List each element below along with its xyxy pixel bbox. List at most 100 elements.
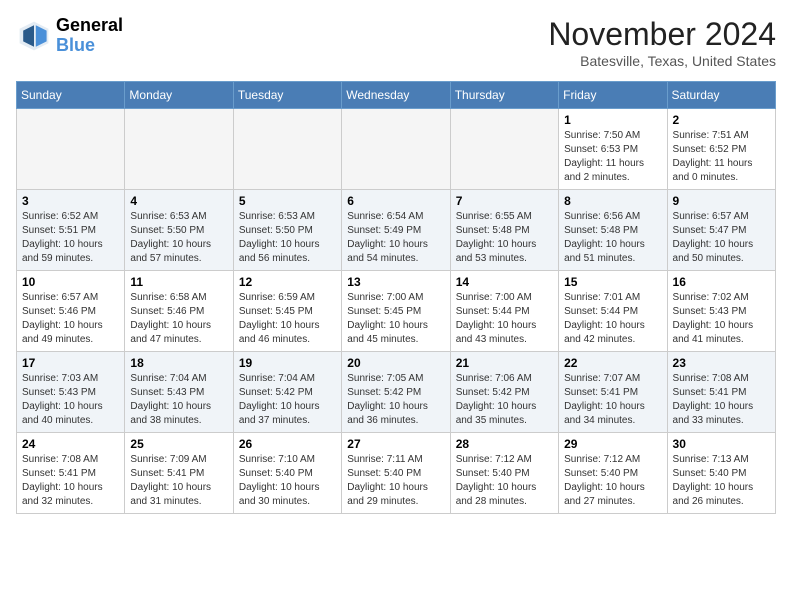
day-number: 17	[22, 356, 119, 370]
day-info: Sunrise: 7:08 AM Sunset: 5:41 PM Dayligh…	[22, 453, 119, 509]
calendar-cell: 4 Sunrise: 6:53 AM Sunset: 5:50 PM Daylig…	[125, 190, 233, 271]
day-info: Sunrise: 7:12 AM Sunset: 5:40 PM Dayligh…	[564, 453, 661, 509]
calendar-cell: 1 Sunrise: 7:50 AM Sunset: 6:53 PM Daylig…	[559, 109, 667, 190]
title-block: November 2024 Batesville, Texas, United …	[548, 16, 776, 69]
day-number: 15	[564, 275, 661, 289]
calendar-cell: 28 Sunrise: 7:12 AM Sunset: 5:40 PM Dayli…	[450, 433, 558, 514]
calendar-cell: 11 Sunrise: 6:58 AM Sunset: 5:46 PM Dayli…	[125, 271, 233, 352]
calendar-cell: 30Sunrise: 7:13 AM Sunset: 5:40 PM Dayli…	[667, 433, 775, 514]
day-number: 24	[22, 437, 119, 451]
calendar-cell	[450, 109, 558, 190]
day-info: Sunrise: 7:01 AM Sunset: 5:44 PM Dayligh…	[564, 291, 661, 347]
day-number: 11	[130, 275, 227, 289]
day-info: Sunrise: 7:07 AM Sunset: 5:41 PM Dayligh…	[564, 372, 661, 428]
calendar-cell: 25 Sunrise: 7:09 AM Sunset: 5:41 PM Dayli…	[125, 433, 233, 514]
calendar-cell: 8Sunrise: 6:56 AM Sunset: 5:48 PM Daylig…	[559, 190, 667, 271]
day-number: 5	[239, 194, 336, 208]
day-number: 2	[673, 113, 770, 127]
weekday-header-sunday: Sunday	[17, 82, 125, 109]
day-number: 9	[673, 194, 770, 208]
weekday-header-friday: Friday	[559, 82, 667, 109]
day-info: Sunrise: 6:54 AM Sunset: 5:49 PM Dayligh…	[347, 210, 444, 266]
calendar-cell: 17 Sunrise: 7:03 AM Sunset: 5:43 PM Dayli…	[17, 352, 125, 433]
calendar-cell: 13 Sunrise: 7:00 AM Sunset: 5:45 PM Dayli…	[342, 271, 450, 352]
day-info: Sunrise: 7:09 AM Sunset: 5:41 PM Dayligh…	[130, 453, 227, 509]
calendar-cell: 22 Sunrise: 7:07 AM Sunset: 5:41 PM Dayli…	[559, 352, 667, 433]
calendar-cell	[17, 109, 125, 190]
day-number: 13	[347, 275, 444, 289]
day-number: 3	[22, 194, 119, 208]
calendar-cell	[342, 109, 450, 190]
day-number: 21	[456, 356, 553, 370]
day-info: Sunrise: 6:55 AM Sunset: 5:48 PM Dayligh…	[456, 210, 553, 266]
day-number: 8	[564, 194, 661, 208]
day-info: Sunrise: 6:52 AM Sunset: 5:51 PM Dayligh…	[22, 210, 119, 266]
day-info: Sunrise: 7:03 AM Sunset: 5:43 PM Dayligh…	[22, 372, 119, 428]
day-info: Sunrise: 7:04 AM Sunset: 5:42 PM Dayligh…	[239, 372, 336, 428]
calendar-cell: 10Sunrise: 6:57 AM Sunset: 5:46 PM Dayli…	[17, 271, 125, 352]
week-row-5: 24 Sunrise: 7:08 AM Sunset: 5:41 PM Dayli…	[17, 433, 776, 514]
day-number: 16	[673, 275, 770, 289]
day-number: 19	[239, 356, 336, 370]
calendar-cell: 3 Sunrise: 6:52 AM Sunset: 5:51 PM Daylig…	[17, 190, 125, 271]
day-info: Sunrise: 7:04 AM Sunset: 5:43 PM Dayligh…	[130, 372, 227, 428]
calendar-cell: 9 Sunrise: 6:57 AM Sunset: 5:47 PM Daylig…	[667, 190, 775, 271]
day-number: 18	[130, 356, 227, 370]
calendar-cell: 20Sunrise: 7:05 AM Sunset: 5:42 PM Dayli…	[342, 352, 450, 433]
calendar-cell: 26Sunrise: 7:10 AM Sunset: 5:40 PM Dayli…	[233, 433, 341, 514]
day-number: 10	[22, 275, 119, 289]
day-info: Sunrise: 6:59 AM Sunset: 5:45 PM Dayligh…	[239, 291, 336, 347]
day-info: Sunrise: 7:11 AM Sunset: 5:40 PM Dayligh…	[347, 453, 444, 509]
location: Batesville, Texas, United States	[548, 53, 776, 69]
weekday-header-wednesday: Wednesday	[342, 82, 450, 109]
day-number: 14	[456, 275, 553, 289]
week-row-1: 1 Sunrise: 7:50 AM Sunset: 6:53 PM Daylig…	[17, 109, 776, 190]
day-info: Sunrise: 6:53 AM Sunset: 5:50 PM Dayligh…	[239, 210, 336, 266]
day-info: Sunrise: 7:06 AM Sunset: 5:42 PM Dayligh…	[456, 372, 553, 428]
day-info: Sunrise: 7:08 AM Sunset: 5:41 PM Dayligh…	[673, 372, 770, 428]
calendar-cell: 5 Sunrise: 6:53 AM Sunset: 5:50 PM Daylig…	[233, 190, 341, 271]
day-number: 1	[564, 113, 661, 127]
day-number: 22	[564, 356, 661, 370]
day-number: 6	[347, 194, 444, 208]
weekday-header-row: SundayMondayTuesdayWednesdayThursdayFrid…	[17, 82, 776, 109]
day-number: 25	[130, 437, 227, 451]
calendar-cell: 23Sunrise: 7:08 AM Sunset: 5:41 PM Dayli…	[667, 352, 775, 433]
month-title: November 2024	[548, 16, 776, 53]
day-number: 30	[673, 437, 770, 451]
day-info: Sunrise: 7:00 AM Sunset: 5:45 PM Dayligh…	[347, 291, 444, 347]
day-info: Sunrise: 6:57 AM Sunset: 5:47 PM Dayligh…	[673, 210, 770, 266]
logo: General Blue	[16, 16, 123, 56]
weekday-header-tuesday: Tuesday	[233, 82, 341, 109]
day-number: 27	[347, 437, 444, 451]
day-info: Sunrise: 6:58 AM Sunset: 5:46 PM Dayligh…	[130, 291, 227, 347]
calendar-cell: 15 Sunrise: 7:01 AM Sunset: 5:44 PM Dayli…	[559, 271, 667, 352]
day-number: 28	[456, 437, 553, 451]
week-row-4: 17 Sunrise: 7:03 AM Sunset: 5:43 PM Dayli…	[17, 352, 776, 433]
day-info: Sunrise: 7:02 AM Sunset: 5:43 PM Dayligh…	[673, 291, 770, 347]
calendar-cell: 7Sunrise: 6:55 AM Sunset: 5:48 PM Daylig…	[450, 190, 558, 271]
week-row-3: 10Sunrise: 6:57 AM Sunset: 5:46 PM Dayli…	[17, 271, 776, 352]
calendar-table: SundayMondayTuesdayWednesdayThursdayFrid…	[16, 81, 776, 514]
day-info: Sunrise: 7:12 AM Sunset: 5:40 PM Dayligh…	[456, 453, 553, 509]
calendar-cell: 14 Sunrise: 7:00 AM Sunset: 5:44 PM Dayli…	[450, 271, 558, 352]
calendar-cell	[233, 109, 341, 190]
calendar-cell: 16 Sunrise: 7:02 AM Sunset: 5:43 PM Dayli…	[667, 271, 775, 352]
day-number: 12	[239, 275, 336, 289]
day-number: 4	[130, 194, 227, 208]
calendar-cell: 6 Sunrise: 6:54 AM Sunset: 5:49 PM Daylig…	[342, 190, 450, 271]
day-info: Sunrise: 7:10 AM Sunset: 5:40 PM Dayligh…	[239, 453, 336, 509]
day-number: 29	[564, 437, 661, 451]
day-info: Sunrise: 6:53 AM Sunset: 5:50 PM Dayligh…	[130, 210, 227, 266]
weekday-header-monday: Monday	[125, 82, 233, 109]
calendar-cell: 27 Sunrise: 7:11 AM Sunset: 5:40 PM Dayli…	[342, 433, 450, 514]
day-info: Sunrise: 7:50 AM Sunset: 6:53 PM Dayligh…	[564, 129, 661, 185]
calendar-cell: 19 Sunrise: 7:04 AM Sunset: 5:42 PM Dayli…	[233, 352, 341, 433]
calendar-cell: 2 Sunrise: 7:51 AM Sunset: 6:52 PM Daylig…	[667, 109, 775, 190]
calendar-cell: 18 Sunrise: 7:04 AM Sunset: 5:43 PM Dayli…	[125, 352, 233, 433]
day-info: Sunrise: 7:51 AM Sunset: 6:52 PM Dayligh…	[673, 129, 770, 185]
day-info: Sunrise: 7:00 AM Sunset: 5:44 PM Dayligh…	[456, 291, 553, 347]
calendar-cell	[125, 109, 233, 190]
weekday-header-thursday: Thursday	[450, 82, 558, 109]
calendar-cell: 21 Sunrise: 7:06 AM Sunset: 5:42 PM Dayli…	[450, 352, 558, 433]
